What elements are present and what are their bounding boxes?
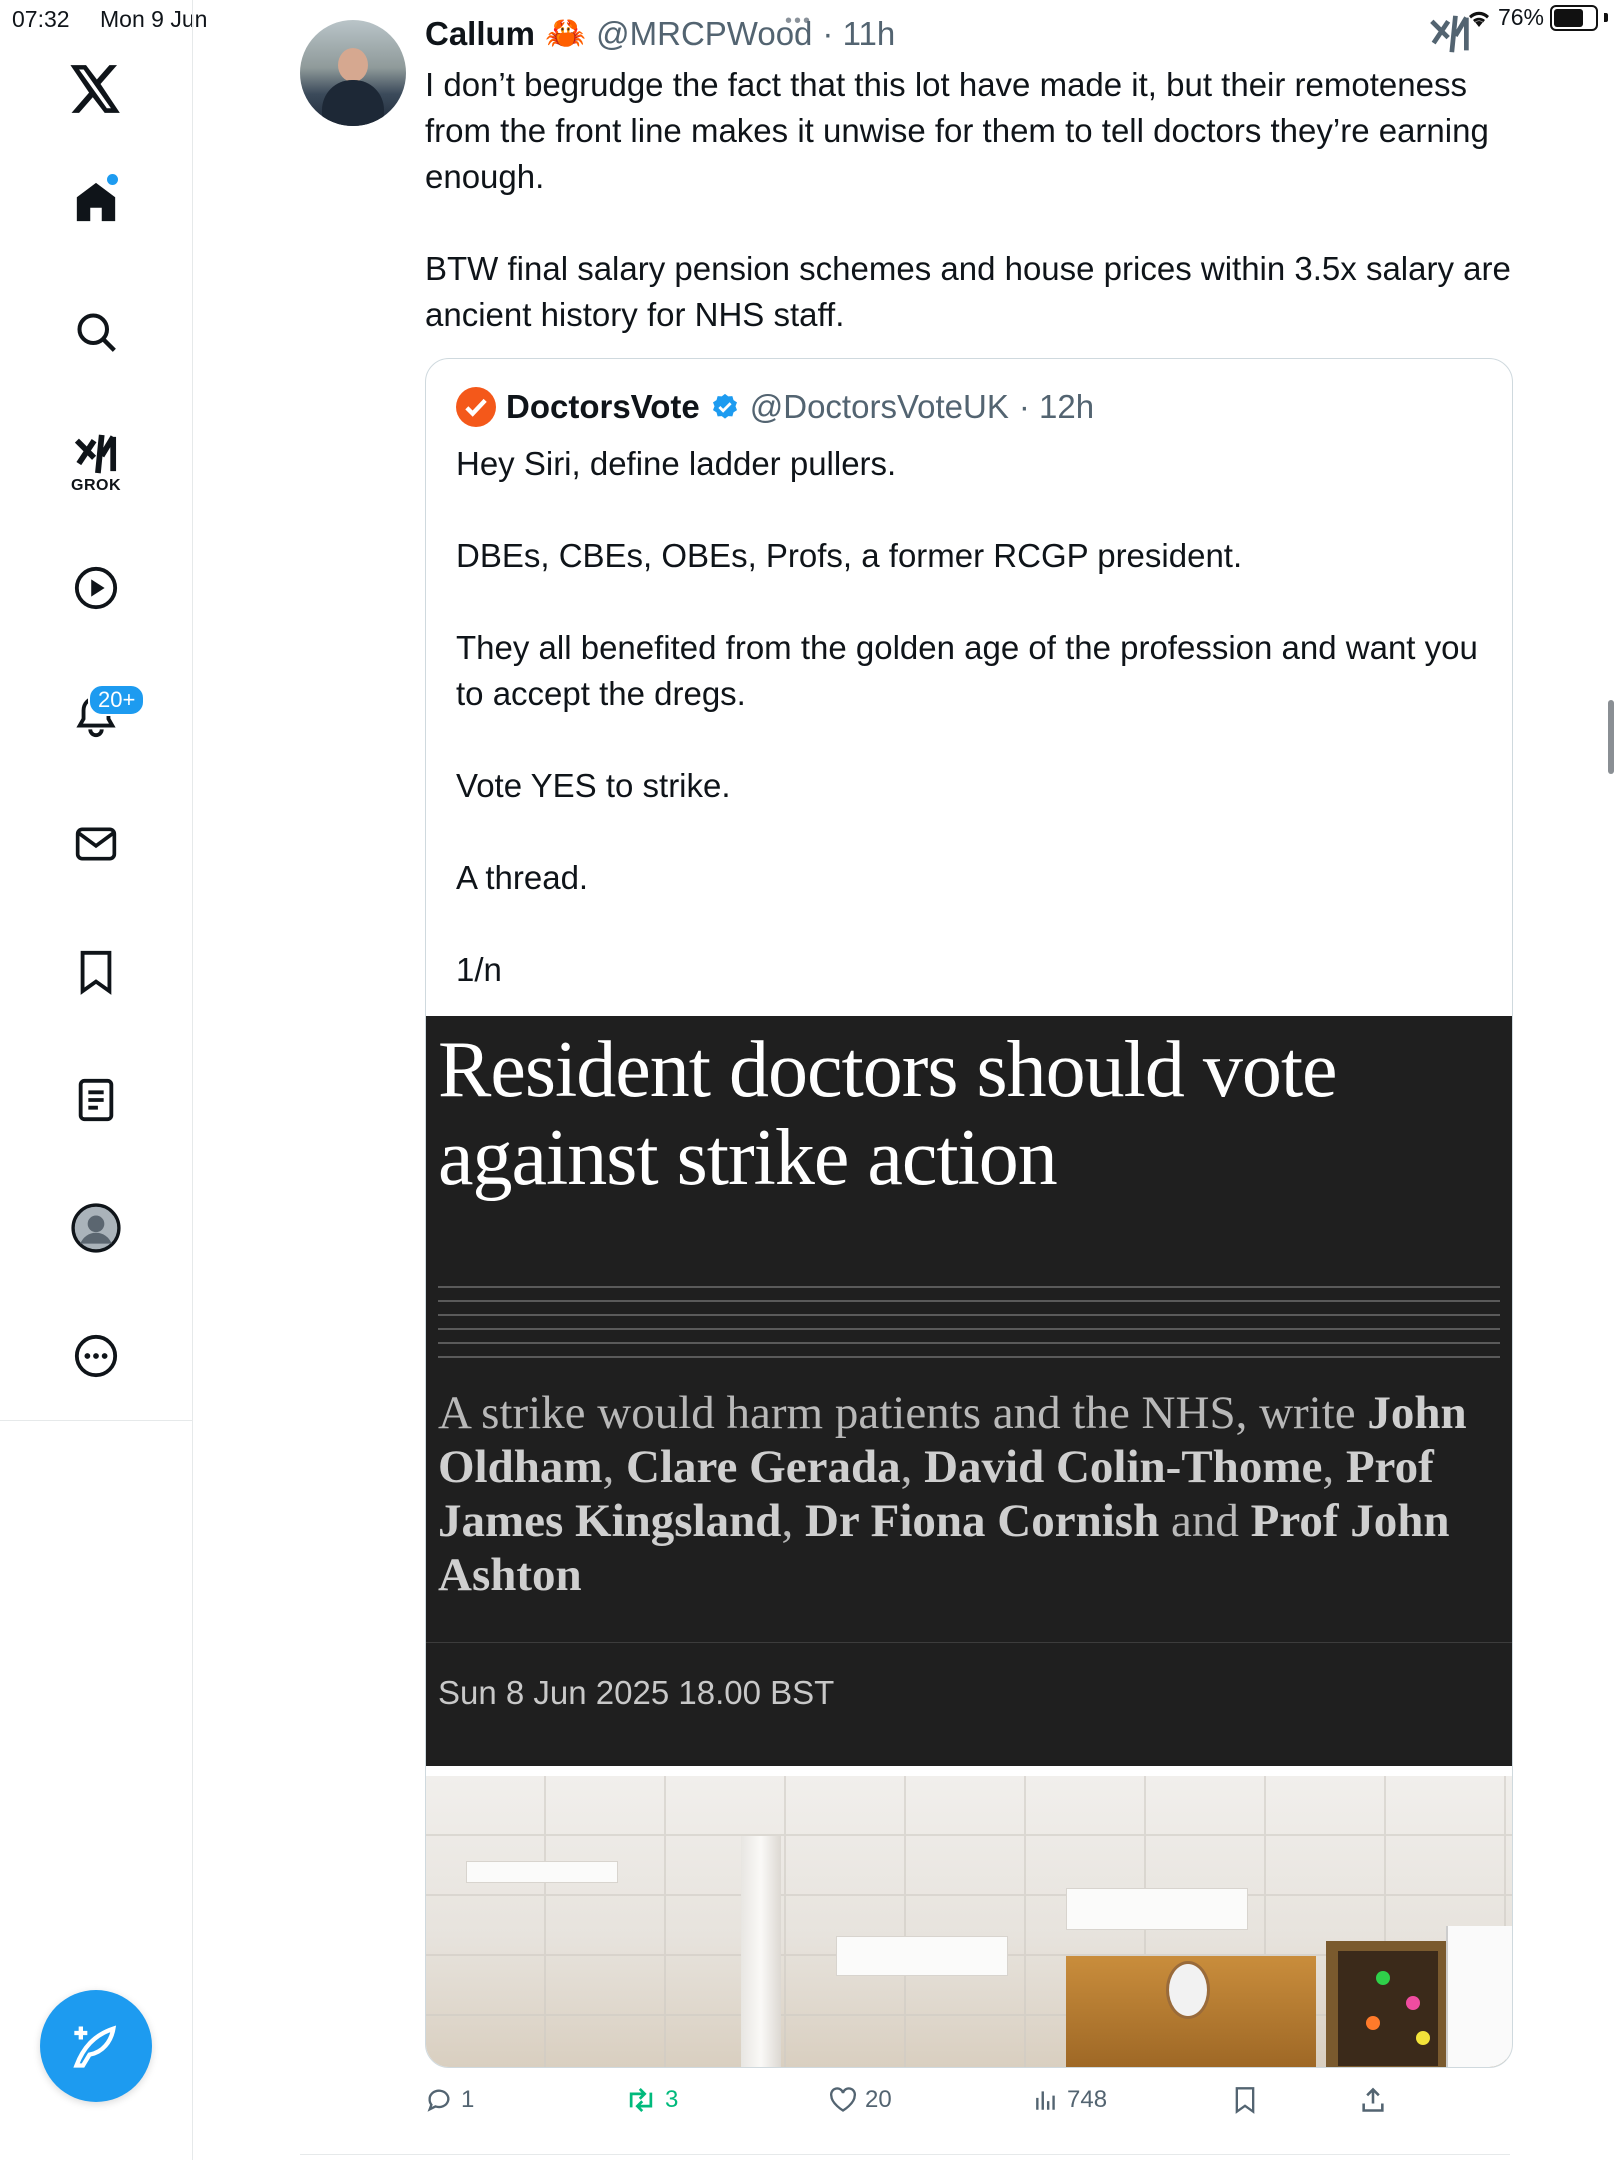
standfirst-prefix: A strike would harm patients and the NHS…: [438, 1387, 1368, 1439]
share-button[interactable]: [1359, 2086, 1387, 2114]
author-3: David Colin-Thome: [924, 1441, 1323, 1493]
bookmark-icon: [1235, 2087, 1255, 2114]
article-screenshot[interactable]: Resident doctors should vote against str…: [426, 1016, 1512, 1766]
quote-text: Hey Siri, define ladder pullers. DBEs, C…: [456, 445, 1478, 988]
battery-percent: 76%: [1497, 4, 1544, 30]
quote-author-name[interactable]: DoctorsVote: [506, 388, 700, 426]
author-5: Dr Fiona Cornish: [804, 1495, 1160, 1547]
article-rules: [438, 1286, 1500, 1358]
article-date: Sun 8 Jun 2025 18.00 BST: [438, 1674, 835, 1711]
search-icon[interactable]: [62, 298, 130, 366]
video-icon[interactable]: [62, 554, 130, 622]
article-headline: Resident doctors should vote against str…: [438, 1026, 1338, 1202]
profile-icon[interactable]: [62, 1194, 130, 1262]
views-button[interactable]: 748: [1033, 2086, 1107, 2114]
bookmarks-icon[interactable]: [62, 938, 130, 1006]
scrollbar[interactable]: [1608, 700, 1614, 774]
author-2: Clare Gerada: [626, 1441, 901, 1493]
like-count: 20: [865, 2086, 892, 2113]
grok-label: GROK: [71, 477, 121, 494]
quoted-tweet-card[interactable]: DoctorsVote @DoctorsVoteUK · 12h Hey Sir…: [425, 358, 1513, 2068]
analytics-icon: [1036, 2091, 1055, 2110]
grok-icon[interactable]: [1428, 14, 1472, 59]
tweet-header: Callum 🦀 @MRCPWood · 11h: [425, 14, 895, 53]
verified-badge-icon: [712, 393, 737, 419]
repost-count: 3: [665, 2086, 679, 2113]
more-icon[interactable]: [62, 1322, 130, 1390]
quote-header: DoctorsVote @DoctorsVoteUK · 12h: [456, 387, 1094, 427]
x-logo-icon[interactable]: [62, 55, 130, 123]
reply-icon: [427, 2089, 450, 2112]
home-notification-dot: [107, 174, 118, 185]
author-name[interactable]: Callum: [425, 15, 535, 53]
article-standfirst: A strike would harm patients and the NHS…: [438, 1387, 1467, 1601]
lists-icon[interactable]: [62, 1066, 130, 1134]
repost-button[interactable]: 3: [625, 2086, 678, 2114]
author-handle[interactable]: @MRCPWood: [596, 15, 812, 53]
tweet-divider: [300, 2154, 1510, 2155]
reply-button[interactable]: 1: [425, 2086, 474, 2114]
heart-icon: [830, 2087, 856, 2112]
like-button[interactable]: 20: [829, 2086, 892, 2114]
compose-icon: [73, 2025, 117, 2068]
compose-post-button[interactable]: [40, 1990, 152, 2102]
doctorsvote-avatar-icon: [456, 387, 496, 427]
messages-icon[interactable]: [62, 810, 130, 878]
quote-author-handle[interactable]: @DoctorsVoteUK: [750, 388, 1009, 426]
avatar[interactable]: [300, 20, 406, 126]
status-indicators: 76%: [1466, 4, 1608, 31]
bookmark-button[interactable]: [1233, 2086, 1257, 2114]
tweet-text: I don’t begrudge the fact that this lot …: [425, 66, 1511, 333]
view-count: 748: [1067, 2086, 1108, 2113]
tweet-time[interactable]: · 11h: [822, 15, 895, 53]
battery-icon: [1550, 4, 1598, 31]
notifications-badge: 20+: [88, 684, 146, 716]
share-icon: [1362, 2087, 1384, 2112]
sidebar-nav: GROK 20+: [0, 0, 193, 2160]
crab-emoji: 🦀: [545, 14, 587, 51]
reply-count: 1: [461, 2086, 475, 2113]
sidebar-divider: [0, 1420, 192, 1421]
home-icon[interactable]: [62, 168, 130, 236]
tweet-action-bar: 1 3 20 748: [425, 2086, 1511, 2126]
quote-time[interactable]: · 12h: [1019, 388, 1094, 426]
article-photo[interactable]: [426, 1776, 1512, 2067]
repost-icon: [629, 2087, 653, 2113]
article-divider: [426, 1642, 1512, 1643]
